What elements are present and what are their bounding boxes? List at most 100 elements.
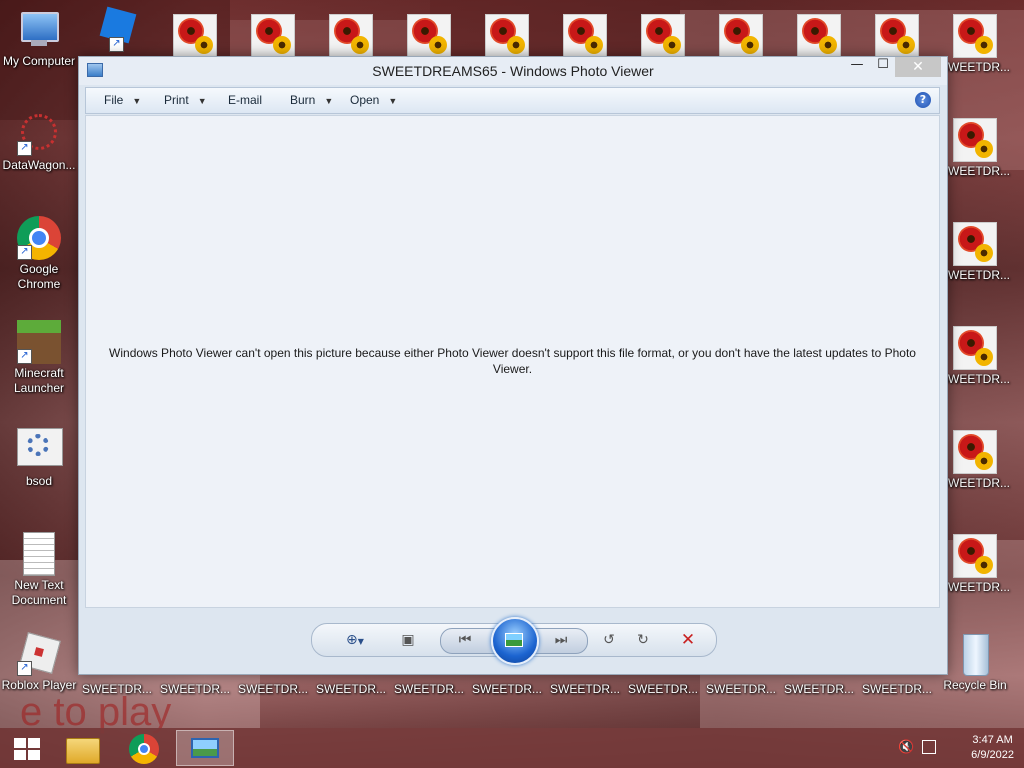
desktop-file-label[interactable]: SWEETDR... (468, 682, 546, 697)
delete-icon[interactable]: ✕ (676, 630, 700, 650)
desktop-file-label[interactable]: SWEETDR... (546, 682, 624, 697)
shortcut-arrow-icon: ↗ (17, 245, 32, 260)
rotate-clockwise-icon[interactable]: ↻ (632, 630, 654, 650)
menu-file[interactable]: File ▼ (104, 93, 141, 107)
rotate-counterclockwise-icon[interactable]: ↺ (598, 630, 620, 650)
desktop-file-flower[interactable] (390, 14, 468, 60)
shortcut-arrow-icon: ↗ (17, 349, 32, 364)
desktop-file-flower[interactable] (780, 14, 858, 60)
volume-muted-icon[interactable]: 🔇 (898, 740, 914, 755)
desktop-file-flower[interactable] (156, 14, 234, 60)
desktop-icon-roblox-studio[interactable]: ↗ (78, 6, 156, 54)
clock-date: 6/9/2022 (971, 749, 1014, 761)
desktop-file-label[interactable]: SWEETDR... (624, 682, 702, 697)
shortcut-arrow-icon: ↗ (17, 141, 32, 156)
menu-open-label: Open (350, 93, 380, 107)
desktop-icon-label: Google Chrome (17, 262, 61, 291)
image-thumbnail-icon (953, 14, 997, 58)
shortcut-arrow-icon: ↗ (17, 661, 32, 676)
menu-email-label: E-mail (228, 93, 263, 107)
desktop-file-flower[interactable] (234, 14, 312, 60)
desktop-file-label[interactable]: SWEETDR... (390, 682, 468, 697)
menu-email[interactable]: E-mail (228, 93, 262, 107)
desktop-file-flower[interactable] (702, 14, 780, 60)
chevron-down-icon: ▼ (197, 96, 207, 106)
maximize-button[interactable]: ☐ (871, 57, 895, 77)
chevron-down-icon: ▼ (132, 96, 142, 106)
chrome-icon: ↗ (17, 216, 61, 260)
zoom-icon[interactable]: ⊕▼ (338, 630, 372, 650)
playback-controls: ⊕▼ ▣ ⏮ ⏭ ↺ ↻ ✕ (311, 617, 717, 665)
image-thumbnail-icon (719, 14, 763, 58)
desktop-icon-label: bsod (25, 474, 53, 488)
desktop-icon-label: My Computer (2, 54, 76, 68)
window-title: SWEETDREAMS65 - Windows Photo Viewer (372, 63, 654, 79)
clock[interactable]: 3:47 AM 6/9/2022 (971, 733, 1014, 763)
text-file-icon (17, 532, 61, 576)
menu-print-label: Print (164, 93, 189, 107)
close-button[interactable]: ✕ (895, 57, 941, 77)
taskbar-file-explorer[interactable] (58, 730, 106, 766)
slideshow-button[interactable] (491, 617, 539, 665)
next-icon[interactable]: ⏭ (549, 630, 573, 650)
image-thumbnail-icon (953, 326, 997, 370)
windows-logo-icon (14, 738, 40, 760)
desktop-file-label[interactable]: SWEETDR... (312, 682, 390, 697)
chevron-down-icon: ▼ (388, 96, 398, 106)
error-message: Windows Photo Viewer can't open this pic… (109, 346, 916, 376)
photo-viewer-window: SWEETDREAMS65 - Windows Photo Viewer — ☐… (78, 56, 948, 675)
desktop-file-label[interactable]: SWEETDR... (702, 682, 780, 697)
desktop-file-flower[interactable] (468, 14, 546, 60)
desktop-icon-minecraft-launcher[interactable]: ↗ Minecraft Launcher (0, 320, 78, 396)
menu-burn[interactable]: Burn ▼ (290, 93, 333, 107)
menu-burn-label: Burn (290, 93, 316, 107)
desktop-icon-google-chrome[interactable]: ↗ Google Chrome (0, 216, 78, 292)
desktop-file-flower[interactable] (624, 14, 702, 60)
image-thumbnail-icon (953, 222, 997, 266)
desktop-icon-my-computer[interactable]: My Computer (0, 8, 78, 69)
image-viewer-area: Windows Photo Viewer can't open this pic… (85, 115, 940, 608)
desktop-icon-label: Roblox Player (1, 678, 77, 692)
clock-time: 3:47 AM (972, 734, 1013, 746)
start-button[interactable] (2, 730, 50, 766)
desktop-icon-label: Recycle Bin (943, 678, 1007, 692)
previous-icon[interactable]: ⏮ (453, 630, 477, 650)
image-thumbnail-icon (953, 118, 997, 162)
minimize-button[interactable]: — (845, 57, 869, 77)
desktop-icon-roblox-player[interactable]: ↗ Roblox Player (0, 632, 78, 693)
image-thumbnail-icon (563, 14, 607, 58)
desktop-file-label[interactable]: SWEETDR... (780, 682, 858, 697)
desktop-file-label[interactable]: SWEETDR... (234, 682, 312, 697)
desktop-icon-label: DataWagon... (2, 158, 76, 172)
gear-file-icon (17, 428, 63, 472)
actual-size-icon[interactable]: ▣ (396, 630, 420, 650)
desktop-file-label[interactable]: SWEETDR... (858, 682, 936, 697)
desktop-file-flower[interactable] (312, 14, 390, 60)
desktop-icon-new-text-document[interactable]: New Text Document (0, 532, 78, 608)
desktop-file-label[interactable]: SWEETDR... (78, 682, 156, 697)
roblox-icon: ↗ (17, 632, 61, 676)
desktop-file-label[interactable]: SWEETDR... (156, 682, 234, 697)
menu-bar: File ▼ Print ▼ E-mail Burn ▼ Open ▼ ? (85, 87, 940, 114)
desktop-file-flower[interactable] (546, 14, 624, 60)
desktop-icon-label: New Text Document (11, 578, 67, 607)
minecraft-icon: ↗ (17, 320, 61, 364)
desktop-icon-bsod[interactable]: bsod (0, 428, 78, 489)
image-thumbnail-icon (485, 14, 529, 58)
taskbar: 🔇 3:47 AM 6/9/2022 (0, 728, 1024, 768)
image-thumbnail-icon (173, 14, 217, 58)
help-icon[interactable]: ? (915, 92, 931, 108)
taskbar-photo-viewer[interactable] (176, 730, 234, 766)
chevron-down-icon: ▼ (324, 96, 334, 106)
menu-open[interactable]: Open ▼ (350, 93, 397, 107)
network-icon[interactable] (922, 740, 936, 754)
title-bar[interactable]: SWEETDREAMS65 - Windows Photo Viewer — ☐… (79, 57, 947, 85)
desktop-file-flower[interactable] (858, 14, 936, 60)
taskbar-chrome[interactable] (120, 730, 168, 766)
desktop-icon-datawagon[interactable]: ↗ DataWagon... (0, 112, 78, 173)
menu-print[interactable]: Print ▼ (164, 93, 207, 107)
desktop-icon-label: Minecraft Launcher (13, 366, 65, 395)
image-thumbnail-icon (953, 430, 997, 474)
datawagon-icon: ↗ (17, 112, 61, 156)
image-thumbnail-icon (329, 14, 373, 58)
